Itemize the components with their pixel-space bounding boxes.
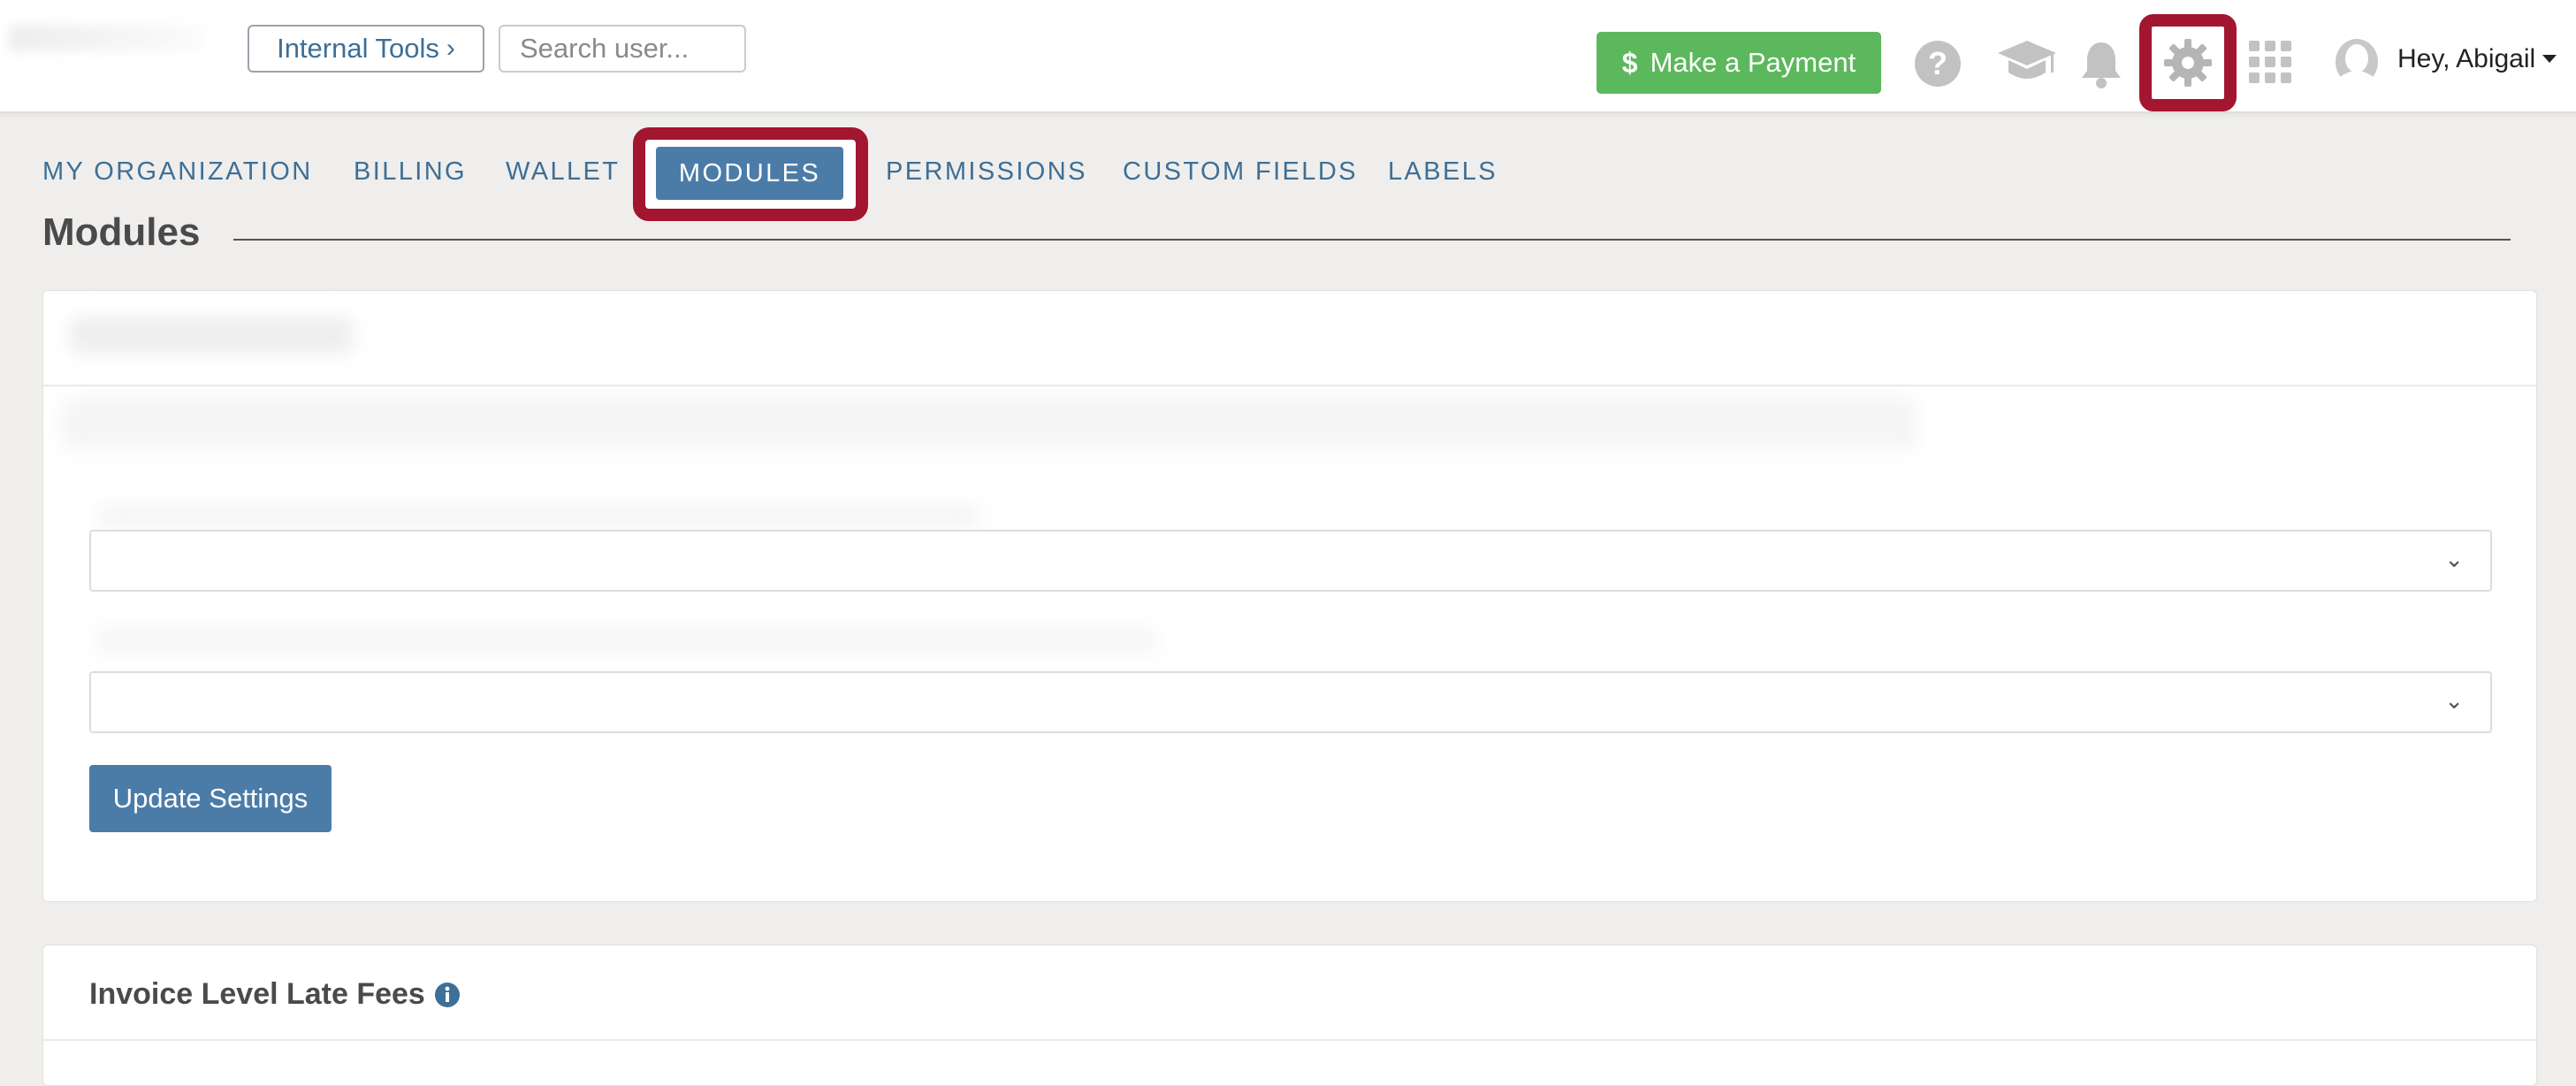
tab-billing[interactable]: BILLING: [354, 157, 467, 187]
late-fees-heading: Invoice Level Late Fees: [89, 977, 461, 1012]
graduation-cap-icon[interactable]: [1996, 37, 2058, 87]
module-settings-card: ⌄ ⌄ Update Settings: [42, 290, 2537, 902]
chevron-down-icon: ⌄: [2444, 687, 2464, 714]
top-header: Internal Tools › $ Make a Payment ?: [0, 0, 2576, 113]
caret-down-icon[interactable]: [2542, 55, 2557, 63]
settings-gear-highlight[interactable]: [2139, 14, 2237, 111]
avatar-icon[interactable]: [2334, 37, 2380, 87]
card-header-divider: [43, 1039, 2536, 1041]
late-fees-title: Invoice Level Late Fees: [89, 977, 425, 1011]
make-payment-label: Make a Payment: [1650, 47, 1856, 78]
card-header-divider: [43, 385, 2536, 386]
dollar-icon: $: [1621, 46, 1638, 79]
bell-icon[interactable]: [2079, 39, 2123, 90]
svg-text:?: ?: [1928, 45, 1947, 81]
invoice-late-fees-card: Invoice Level Late Fees: [42, 945, 2537, 1086]
title-divider: [233, 239, 2511, 241]
tab-labels[interactable]: LABELS: [1388, 157, 1498, 187]
tab-permissions[interactable]: PERMISSIONS: [886, 157, 1087, 187]
blurred-field-label: [96, 627, 1157, 654]
tab-modules[interactable]: MODULES: [656, 147, 843, 200]
gear-icon: [2164, 39, 2212, 87]
settings-tabs: MY ORGANIZATION BILLING WALLET PERMISSIO…: [0, 141, 2576, 203]
tab-custom-fields[interactable]: CUSTOM FIELDS: [1123, 157, 1358, 187]
info-icon[interactable]: [434, 982, 461, 1008]
make-payment-button[interactable]: $ Make a Payment: [1597, 32, 1881, 94]
update-settings-button[interactable]: Update Settings: [89, 765, 332, 832]
blurred-field-label: [96, 503, 980, 530]
logo[interactable]: [9, 25, 203, 51]
blurred-description: [61, 397, 1917, 450]
card-heading-blurred: [70, 317, 353, 353]
chevron-right-icon: ›: [446, 34, 455, 63]
help-icon[interactable]: ?: [1913, 39, 1962, 88]
apps-grid-icon[interactable]: [2249, 41, 2291, 83]
tab-wallet[interactable]: WALLET: [506, 157, 620, 187]
module-setting-select-1[interactable]: ⌄: [89, 530, 2492, 592]
chevron-down-icon: ⌄: [2444, 546, 2464, 572]
tab-my-organization[interactable]: MY ORGANIZATION: [42, 157, 313, 187]
internal-tools-label: Internal Tools: [277, 33, 439, 64]
module-setting-select-2[interactable]: ⌄: [89, 671, 2492, 733]
page-title: Modules: [42, 210, 201, 254]
user-greeting[interactable]: Hey, Abigail: [2397, 44, 2535, 74]
search-user-input[interactable]: [499, 25, 746, 73]
internal-tools-button[interactable]: Internal Tools ›: [248, 25, 484, 73]
